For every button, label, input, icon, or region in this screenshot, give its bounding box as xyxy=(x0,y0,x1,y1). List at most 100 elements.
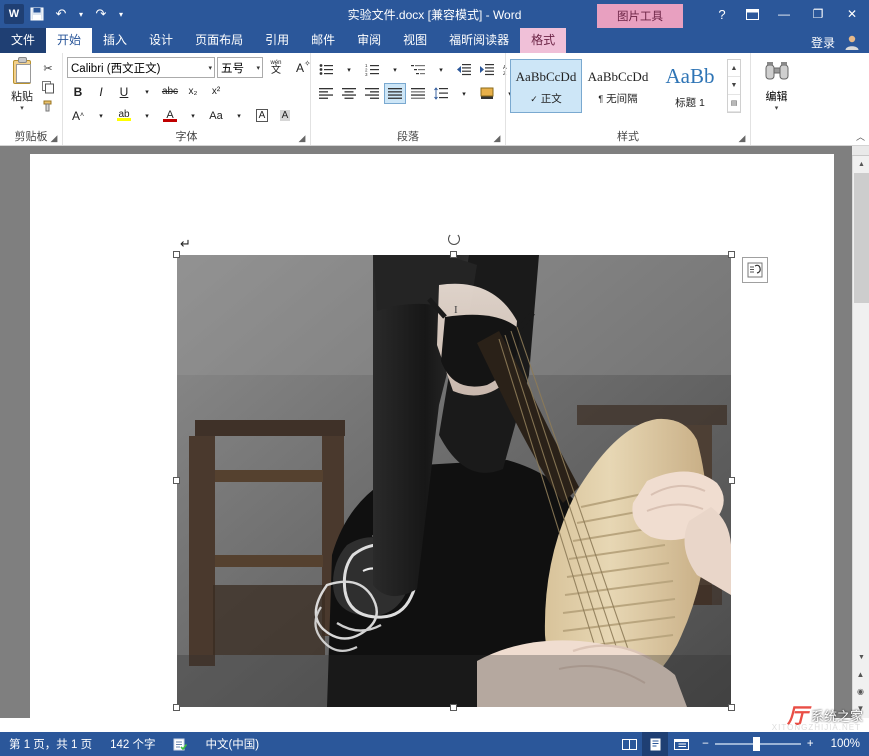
resize-handle-n[interactable] xyxy=(450,251,457,258)
underline-caret[interactable]: ▾ xyxy=(136,81,158,102)
grow-font-button[interactable]: A˄ xyxy=(67,105,89,126)
change-case-button[interactable]: Aa xyxy=(205,105,227,126)
phonetic-guide-icon[interactable]: wén文 xyxy=(265,57,287,78)
resize-handle-w[interactable] xyxy=(173,477,180,484)
justify-icon[interactable] xyxy=(384,83,406,104)
font-size-combo[interactable]: 五号 ▾ xyxy=(217,57,263,78)
help-button[interactable]: ? xyxy=(707,0,737,28)
resize-handle-ne[interactable] xyxy=(728,251,735,258)
underline-button[interactable]: U xyxy=(113,81,135,102)
view-read-mode[interactable] xyxy=(616,732,642,756)
style-item-normal[interactable]: AaBbCcDd ✓ 正文 xyxy=(510,59,582,113)
undo-dropdown-icon[interactable]: ▾ xyxy=(74,3,88,25)
font-color-button[interactable]: A xyxy=(159,105,181,126)
rotate-handle[interactable] xyxy=(448,233,460,245)
tab-references[interactable]: 引用 xyxy=(254,28,300,53)
paragraph-dialog-launcher[interactable]: ◢ xyxy=(491,132,503,144)
minimize-button[interactable]: — xyxy=(767,0,801,28)
styles-scroll-down[interactable]: ▼ xyxy=(728,77,740,94)
line-spacing-icon[interactable] xyxy=(430,83,452,104)
scroll-up-button[interactable]: ▲ xyxy=(853,156,869,173)
shading-icon[interactable] xyxy=(476,83,498,104)
highlight-caret[interactable]: ▾ xyxy=(136,105,158,126)
text-highlight-button[interactable]: ab xyxy=(113,105,135,126)
multilevel-list-caret[interactable]: ▾ xyxy=(430,59,452,80)
italic-button[interactable]: I xyxy=(90,81,112,102)
font-size-caret[interactable]: ▾ xyxy=(256,64,260,72)
decrease-indent-icon[interactable] xyxy=(453,59,475,80)
align-center-icon[interactable] xyxy=(338,83,360,104)
cut-icon[interactable]: ✂ xyxy=(38,59,58,77)
sign-in-button[interactable]: 登录 xyxy=(811,34,835,51)
tab-view[interactable]: 视图 xyxy=(392,28,438,53)
numbered-list-caret[interactable]: ▾ xyxy=(384,59,406,80)
zoom-out-button[interactable]: − xyxy=(702,738,709,750)
view-web-layout[interactable] xyxy=(668,732,694,756)
tab-picture-format[interactable]: 格式 xyxy=(520,28,566,53)
editing-button[interactable]: 编辑 ▾ xyxy=(755,61,798,112)
align-left-icon[interactable] xyxy=(315,83,337,104)
styles-dialog-launcher[interactable]: ◢ xyxy=(736,132,748,144)
previous-page-button[interactable]: ▲ xyxy=(852,666,869,683)
styles-scroll-up[interactable]: ▲ xyxy=(728,60,740,77)
page-indicator[interactable]: 第 1 页，共 1 页 xyxy=(0,732,101,756)
customize-qat-icon[interactable]: ▾ xyxy=(114,3,128,25)
close-button[interactable]: ✕ xyxy=(835,0,869,28)
resize-handle-se[interactable] xyxy=(728,704,735,711)
document-page[interactable]: ↵ xyxy=(30,154,834,718)
resize-handle-nw[interactable] xyxy=(173,251,180,258)
tab-mailings[interactable]: 邮件 xyxy=(300,28,346,53)
strikethrough-button[interactable]: abc xyxy=(159,81,181,102)
tab-file[interactable]: 文件 xyxy=(0,28,46,53)
collapse-ribbon-button[interactable]: ︿ xyxy=(856,130,865,143)
grow-font-caret[interactable]: ▾ xyxy=(90,105,112,126)
increase-indent-icon[interactable] xyxy=(476,59,498,80)
paste-button[interactable]: 粘贴 ▾ xyxy=(6,57,38,112)
change-case-caret[interactable]: ▾ xyxy=(228,105,250,126)
ribbon-display-options-icon[interactable] xyxy=(737,0,767,28)
style-item-no-spacing[interactable]: AaBbCcDd ¶ 无间隔 xyxy=(582,59,654,113)
language-indicator[interactable]: 中文(中国) xyxy=(196,732,268,756)
resize-handle-sw[interactable] xyxy=(173,704,180,711)
tab-home[interactable]: 开始 xyxy=(46,28,92,53)
zoom-in-button[interactable]: + xyxy=(807,738,814,750)
copy-icon[interactable] xyxy=(38,78,58,96)
align-right-icon[interactable] xyxy=(361,83,383,104)
scroll-down-button[interactable]: ▼ xyxy=(853,649,869,666)
tab-page-layout[interactable]: 页面布局 xyxy=(184,28,254,53)
layout-options-button[interactable] xyxy=(742,257,768,283)
selected-picture[interactable] xyxy=(177,255,731,707)
split-window-handle[interactable] xyxy=(852,146,869,156)
word-count[interactable]: 142 个字 xyxy=(101,732,164,756)
font-name-combo[interactable]: Calibri (西文正文) ▾ xyxy=(67,57,215,78)
paste-dropdown-caret[interactable]: ▾ xyxy=(20,104,24,112)
styles-more[interactable]: ▤ xyxy=(728,95,740,112)
character-border-button[interactable]: A xyxy=(251,105,273,126)
tab-design[interactable]: 设计 xyxy=(138,28,184,53)
undo-icon[interactable]: ↶ xyxy=(50,3,72,25)
font-name-caret[interactable]: ▾ xyxy=(208,64,212,72)
next-page-button[interactable]: ▼ xyxy=(852,700,869,717)
style-item-heading-1[interactable]: AaBb 标题 1 xyxy=(654,59,726,113)
scroll-thumb[interactable] xyxy=(854,173,869,303)
tab-review[interactable]: 审阅 xyxy=(346,28,392,53)
vertical-scrollbar[interactable]: ▲ ▼ ▲ ◉ ▼ xyxy=(852,146,869,718)
save-icon[interactable] xyxy=(26,3,48,25)
font-color-caret[interactable]: ▾ xyxy=(182,105,204,126)
resize-handle-e[interactable] xyxy=(728,477,735,484)
clear-formatting-icon[interactable]: A✧ xyxy=(289,57,311,78)
zoom-level[interactable]: 100% xyxy=(822,732,869,756)
proofing-status[interactable] xyxy=(164,732,196,756)
font-dialog-launcher[interactable]: ◢ xyxy=(296,132,308,144)
distribute-icon[interactable] xyxy=(407,83,429,104)
editing-caret[interactable]: ▾ xyxy=(775,104,779,112)
format-painter-icon[interactable] xyxy=(38,97,58,115)
resize-handle-s[interactable] xyxy=(450,704,457,711)
clipboard-dialog-launcher[interactable]: ◢ xyxy=(48,132,60,144)
superscript-button[interactable]: x² xyxy=(205,81,227,102)
restore-button[interactable]: ❐ xyxy=(801,0,835,28)
character-shading-button[interactable]: A xyxy=(274,105,296,126)
numbered-list-icon[interactable]: 123 xyxy=(361,59,383,80)
bold-button[interactable]: B xyxy=(67,81,89,102)
multilevel-list-icon[interactable] xyxy=(407,59,429,80)
